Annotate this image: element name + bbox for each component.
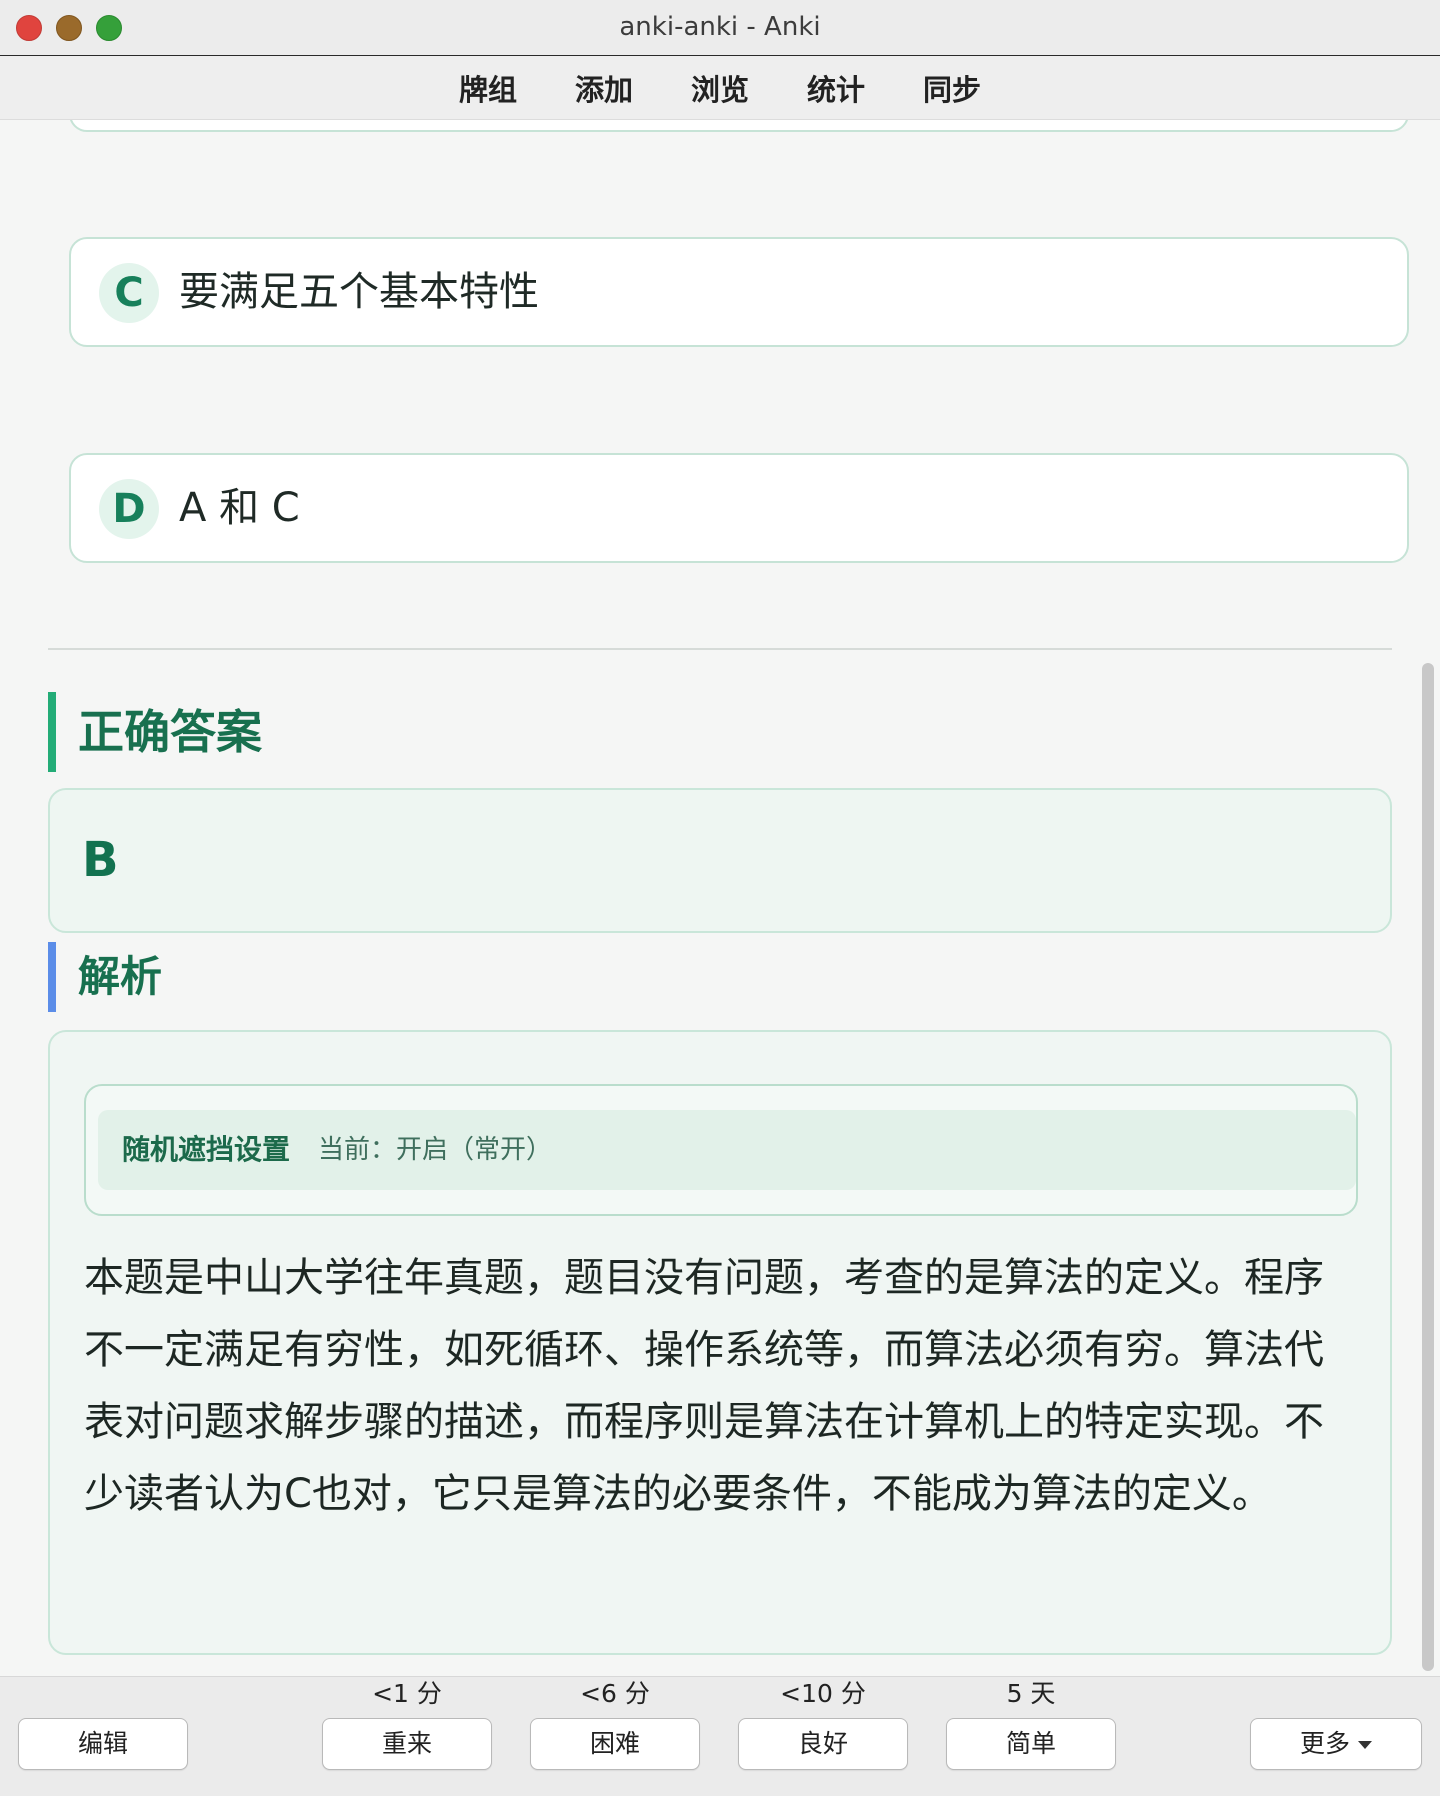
edit-button[interactable]: 编辑 — [18, 1718, 188, 1770]
analysis-box: 随机遮挡设置 当前：开启（常开） 本题是中山大学往年真题，题目没有问题，考查的是… — [48, 1030, 1392, 1655]
toolbar-browse[interactable]: 浏览 — [691, 67, 749, 109]
again-interval: <1 分 — [372, 1679, 442, 1708]
title-bar: anki-anki - Anki — [0, 0, 1440, 56]
card-content[interactable]: C 要满足五个基本特性 D A 和 C 正确答案 B 解析 随机遮挡设置 当前：… — [0, 120, 1440, 1675]
mask-status-text: 当前：开启（常开） — [318, 1135, 553, 1165]
toolbar-stats[interactable]: 统计 — [807, 67, 865, 109]
option-text: A 和 C — [179, 485, 300, 531]
random-mask-panel: 随机遮挡设置 当前：开启（常开） — [84, 1084, 1358, 1216]
random-mask-toggle[interactable]: 随机遮挡设置 当前：开启（常开） — [98, 1110, 1356, 1190]
toolbar-sync[interactable]: 同步 — [923, 67, 981, 109]
option-card-d: D A 和 C — [69, 453, 1409, 563]
option-card-c: C 要满足五个基本特性 — [69, 237, 1409, 347]
option-card-b-partial — [69, 120, 1409, 132]
more-button[interactable]: 更多 — [1250, 1718, 1422, 1770]
easy-button[interactable]: 简单 — [946, 1718, 1116, 1770]
anki-window: anki-anki - Anki 牌组 添加 浏览 统计 同步 C 要满足五个基… — [0, 0, 1440, 1796]
option-text: 要满足五个基本特性 — [179, 269, 539, 315]
main-toolbar: 牌组 添加 浏览 统计 同步 — [0, 56, 1440, 120]
mask-settings-title[interactable]: 随机遮挡设置 — [122, 1110, 290, 1190]
analysis-heading: 解析 — [48, 942, 162, 1012]
again-button[interactable]: 重来 — [322, 1718, 492, 1770]
answer-box: B — [48, 788, 1392, 933]
toolbar-decks[interactable]: 牌组 — [459, 67, 517, 109]
option-letter-badge: C — [99, 263, 159, 323]
hard-button[interactable]: 困难 — [530, 1718, 700, 1770]
good-interval: <10 分 — [780, 1679, 866, 1708]
window-title: anki-anki - Anki — [619, 12, 821, 42]
option-letter-badge: D — [99, 479, 159, 539]
answer-heading: 正确答案 — [48, 692, 262, 772]
review-bottom-bar: 编辑 <1 分 重来 <6 分 困难 <10 分 良好 5 天 简单 更多 — [0, 1676, 1440, 1796]
scrollbar-thumb[interactable] — [1422, 663, 1434, 1671]
toolbar-add[interactable]: 添加 — [575, 67, 633, 109]
answer-value: B — [82, 832, 119, 888]
chevron-down-icon — [1358, 1741, 1372, 1749]
section-divider — [48, 648, 1392, 650]
more-button-label: 更多 — [1299, 1729, 1350, 1758]
easy-interval: 5 天 — [1006, 1679, 1056, 1708]
good-button[interactable]: 良好 — [738, 1718, 908, 1770]
analysis-text: 本题是中山大学往年真题，题目没有问题，考查的是算法的定义。程序不一定满足有穷性，… — [84, 1255, 1324, 1517]
hard-interval: <6 分 — [580, 1679, 650, 1708]
